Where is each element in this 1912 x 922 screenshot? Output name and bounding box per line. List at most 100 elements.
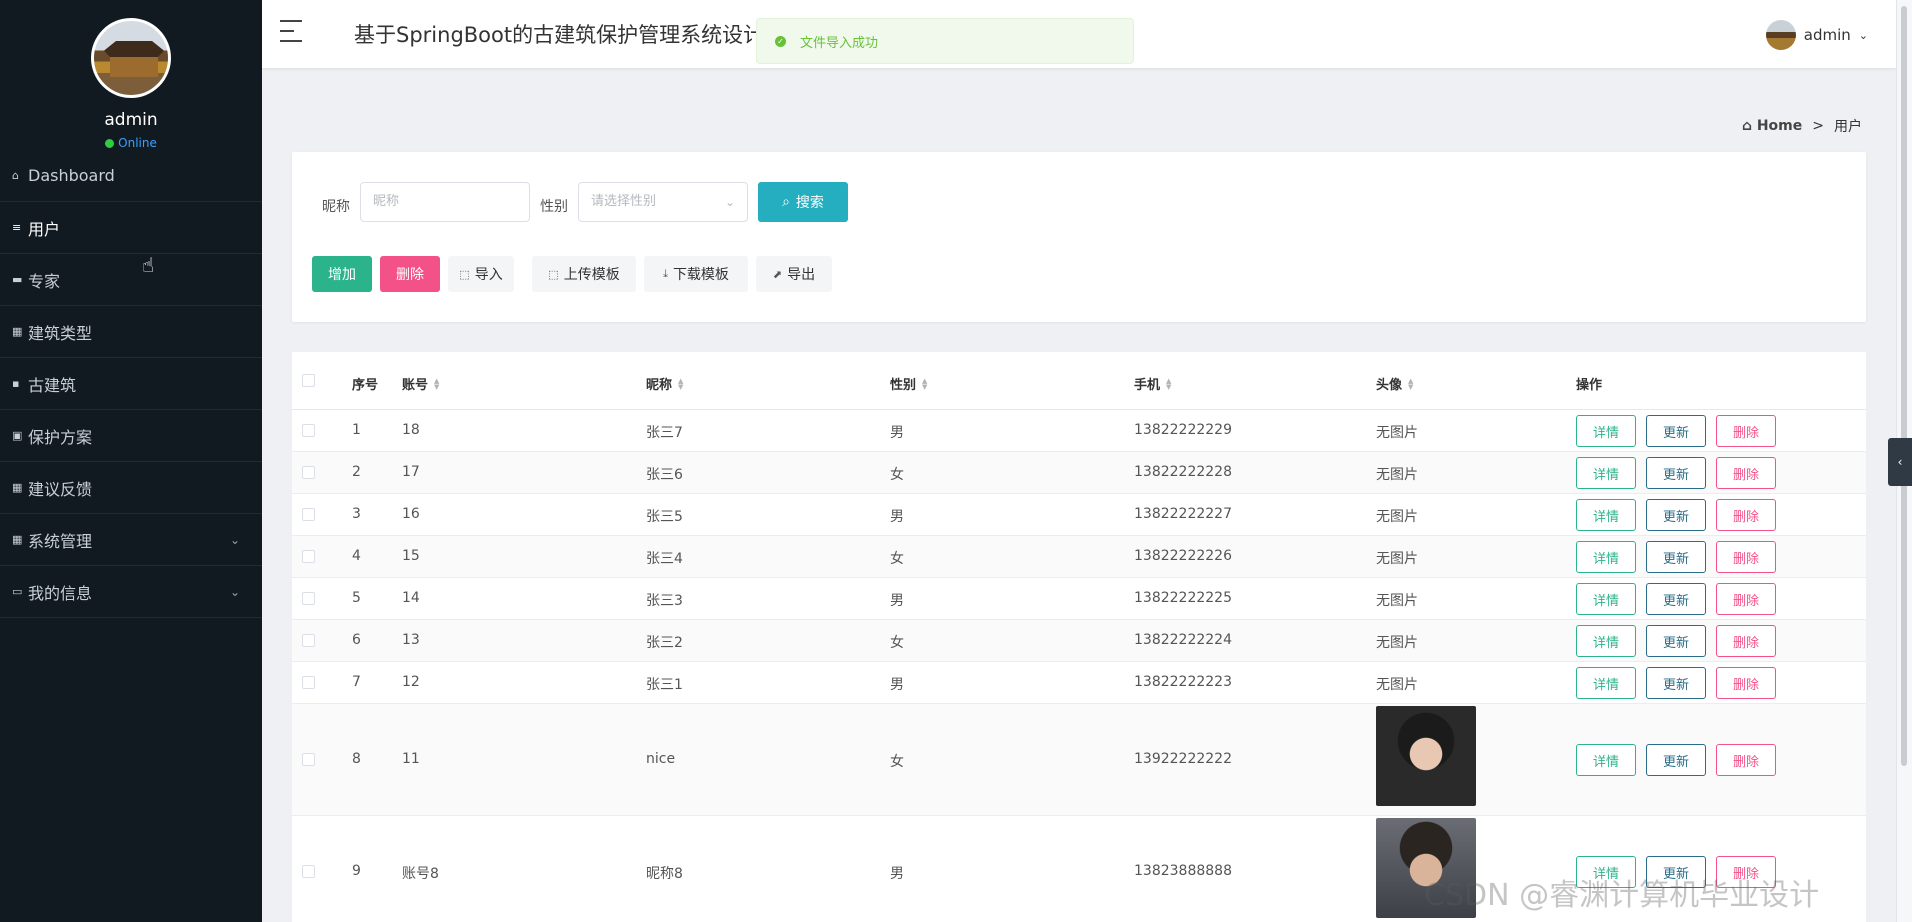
select-all-checkbox[interactable] [302,374,315,387]
detail-button[interactable]: 详情 [1576,415,1636,447]
detail-button[interactable]: 详情 [1576,541,1636,573]
row-checkbox[interactable] [302,865,315,878]
detail-button[interactable]: 详情 [1576,667,1636,699]
cell-account: 12 [402,674,420,690]
sidebar-item-label: 系统管理 [28,531,93,551]
update-button[interactable]: 更新 [1646,744,1706,776]
row-checkbox[interactable] [302,592,315,605]
delete-button[interactable]: 删除 [380,256,440,292]
sidebar-item-6[interactable]: ▦ 建议反馈 [0,462,262,514]
sort-icon: ▲ ▼ [1408,376,1414,391]
row-checkbox[interactable] [302,676,315,689]
cell-nickname: 张三4 [646,551,683,567]
sidebar-item-7[interactable]: ▦ 系统管理 ⌄ [0,514,262,566]
cell-gender: 男 [890,866,904,882]
upload-icon: ⬚ [548,267,559,281]
col-nickname[interactable]: 昵称 ▲ ▼ [646,374,683,393]
row-checkbox[interactable] [302,508,315,521]
detail-button[interactable]: 详情 [1576,499,1636,531]
col-phone[interactable]: 手机 ▲ ▼ [1134,374,1171,393]
sidebar-item-4[interactable]: ▪ 古建筑 [0,358,262,410]
remove-button[interactable]: 删除 [1716,625,1776,657]
import-button[interactable]: ⬚ 导入 [448,256,514,292]
upload-template-button[interactable]: ⬚ 上传模板 [532,256,636,292]
breadcrumb-home[interactable]: ⌂ Home [1742,118,1802,134]
col-gender[interactable]: 性别 ▲ ▼ [890,374,927,393]
update-button[interactable]: 更新 [1646,583,1706,615]
sidebar-item-8[interactable]: ▭ 我的信息 ⌄ [0,566,262,618]
table-row: 2 17 张三6 女 13822222228 无图片 详情 更新 删除 [292,452,1866,494]
update-button[interactable]: 更新 [1646,499,1706,531]
bookmark-icon: ▪ [12,377,20,390]
row-checkbox[interactable] [302,634,315,647]
update-button[interactable]: 更新 [1646,415,1706,447]
collapse-panel-button[interactable]: ‹ [1888,438,1912,486]
cell-gender: 男 [890,425,904,441]
cell-avatar: 无图片 [1376,425,1418,441]
remove-button[interactable]: 删除 [1716,499,1776,531]
table-row: 3 16 张三5 男 13822222227 无图片 详情 更新 删除 [292,494,1866,536]
cell-index: 1 [352,422,361,438]
profile-name: admin [104,110,158,130]
online-status: Online [105,136,157,150]
gender-select[interactable]: 请选择性别 ⌄ [578,182,748,222]
sidebar-item-3[interactable]: ▦ 建筑类型 [0,306,262,358]
row-checkbox[interactable] [302,424,315,437]
user-menu[interactable]: admin ⌄ [1765,20,1868,50]
remove-button[interactable]: 删除 [1716,583,1776,615]
row-checkbox[interactable] [302,550,315,563]
update-button[interactable]: 更新 [1646,457,1706,489]
sidebar-item-5[interactable]: ▣ 保护方案 [0,410,262,462]
cell-index: 7 [352,674,361,690]
home-icon: ⌂ [12,169,19,182]
cell-avatar: 无图片 [1376,677,1418,693]
remove-button[interactable]: 删除 [1716,541,1776,573]
remove-button[interactable]: 删除 [1716,457,1776,489]
row-checkbox[interactable] [302,466,315,479]
sidebar-item-2[interactable]: ▬ 专家 [0,254,262,306]
remove-button[interactable]: 删除 [1716,667,1776,699]
chevron-down-icon: ⌄ [229,532,240,547]
watermark: CSDN @睿渊计算机毕业设计 [1424,878,1820,913]
col-account[interactable]: 账号 ▲ ▼ [402,374,439,393]
remove-button[interactable]: 删除 [1716,744,1776,776]
col-avatar[interactable]: 头像 ▲ ▼ [1376,374,1413,393]
detail-button[interactable]: 详情 [1576,457,1636,489]
scrollbar-thumb[interactable] [1901,6,1907,766]
detail-button[interactable]: 详情 [1576,583,1636,615]
search-button[interactable]: ⌕ 搜索 [758,182,848,222]
sidebar-item-label: Dashboard [28,166,115,185]
cell-account: 16 [402,506,420,522]
sidebar-item-1[interactable]: ≡ 用户 [0,202,262,254]
sidebar-item-label: 古建筑 [28,375,77,395]
update-button[interactable]: 更新 [1646,625,1706,657]
sort-icon: ▲ ▼ [678,376,684,391]
detail-button[interactable]: 详情 [1576,744,1636,776]
cell-phone: 13822222229 [1134,422,1232,438]
grid-icon: ▦ [12,533,23,546]
cell-index: 8 [352,751,361,767]
avatar-photo[interactable] [1376,706,1476,806]
detail-button[interactable]: 详情 [1576,625,1636,657]
download-template-button[interactable]: ⤓ 下载模板 [644,256,748,292]
cell-index: 5 [352,590,361,606]
sidebar-item-0[interactable]: ⌂ Dashboard [0,150,262,202]
nickname-input[interactable]: 昵称 [360,182,530,222]
sort-icon: ▲ ▼ [434,376,440,391]
update-button[interactable]: 更新 [1646,667,1706,699]
cell-nickname: 张三5 [646,509,683,525]
menu-toggle-icon[interactable] [280,20,302,42]
cell-gender: 男 [890,677,904,693]
row-checkbox[interactable] [302,753,315,766]
cell-account: 账号8 [402,866,439,882]
add-button[interactable]: 增加 [312,256,372,292]
cell-phone: 13822222226 [1134,548,1232,564]
sidebar-item-label: 我的信息 [28,583,93,603]
cell-gender: 女 [890,551,904,567]
remove-button[interactable]: 删除 [1716,415,1776,447]
cell-nickname: 张三2 [646,635,683,651]
export-button[interactable]: ⬈ 导出 [756,256,832,292]
update-button[interactable]: 更新 [1646,541,1706,573]
cell-gender: 女 [890,754,904,770]
gender-label: 性别 [540,199,568,215]
